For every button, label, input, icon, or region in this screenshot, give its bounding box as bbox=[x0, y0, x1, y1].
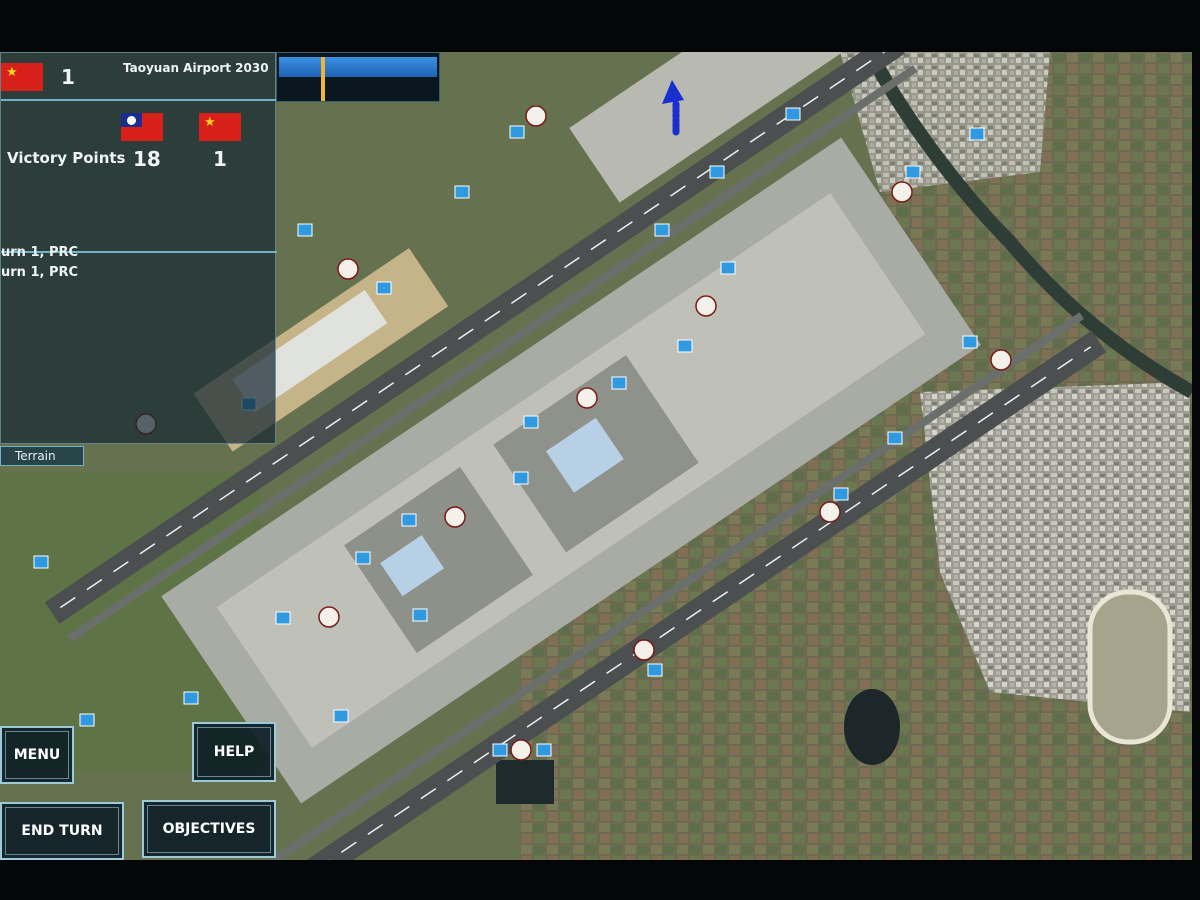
unit-counter-icon[interactable] bbox=[412, 608, 428, 622]
roc-victory-points: 18 bbox=[133, 147, 161, 171]
objective-icon[interactable] bbox=[695, 295, 717, 317]
unit-counter-icon[interactable] bbox=[454, 185, 470, 199]
pond-2 bbox=[496, 760, 554, 804]
unit-counter-icon[interactable] bbox=[709, 165, 725, 179]
objective-icon[interactable] bbox=[990, 349, 1012, 371]
pond-1 bbox=[844, 689, 900, 765]
unit-counter-icon[interactable] bbox=[647, 663, 663, 677]
objective-icon[interactable] bbox=[444, 506, 466, 528]
objective-icon[interactable] bbox=[633, 639, 655, 661]
unit-counter-icon[interactable] bbox=[513, 471, 529, 485]
objective-icon[interactable] bbox=[525, 105, 547, 127]
objectives-button[interactable]: OBJECTIVES bbox=[142, 800, 276, 858]
victory-points-row: ★ Victory Points 18 1 bbox=[1, 103, 277, 253]
prc-victory-points: 1 bbox=[213, 147, 227, 171]
victory-points-label: Victory Points bbox=[7, 149, 126, 167]
unit-counter-icon[interactable] bbox=[611, 376, 627, 390]
unit-counter-icon[interactable] bbox=[79, 713, 95, 727]
score-panel: ★ 1 Taoyuan Airport 2030 ★ Victory Point… bbox=[0, 52, 277, 444]
unit-counter-icon[interactable] bbox=[677, 339, 693, 353]
unit-counter-icon[interactable] bbox=[183, 691, 199, 705]
prc-score: 1 bbox=[61, 65, 75, 89]
unit-counter-icon[interactable] bbox=[654, 223, 670, 237]
end-turn-button[interactable]: END TURN bbox=[0, 802, 124, 860]
unit-counter-icon[interactable] bbox=[355, 551, 371, 565]
prc-flag-icon: ★ bbox=[199, 113, 241, 141]
unit-counter-icon[interactable] bbox=[297, 223, 313, 237]
unit-counter-icon[interactable] bbox=[333, 709, 349, 723]
objective-icon[interactable] bbox=[318, 606, 340, 628]
unit-counter-icon[interactable] bbox=[523, 415, 539, 429]
unit-counter-icon[interactable] bbox=[833, 487, 849, 501]
timeline-fill bbox=[279, 57, 437, 77]
scenario-title: Taoyuan Airport 2030 bbox=[123, 61, 269, 75]
stadium-track bbox=[1087, 589, 1173, 745]
unit-counter-icon[interactable] bbox=[275, 611, 291, 625]
header-row: ★ 1 Taoyuan Airport 2030 bbox=[1, 53, 277, 101]
roc-flag-icon bbox=[121, 113, 163, 141]
turn-timeline[interactable] bbox=[276, 52, 440, 102]
unit-counter-icon[interactable] bbox=[492, 743, 508, 757]
unit-counter-icon[interactable] bbox=[962, 335, 978, 349]
log-line-1: urn 1, PRC bbox=[1, 245, 79, 260]
unit-counter-icon[interactable] bbox=[33, 555, 49, 569]
unit-counter-icon[interactable] bbox=[401, 513, 417, 527]
objective-icon[interactable] bbox=[891, 181, 913, 203]
unit-counter-icon[interactable] bbox=[720, 261, 736, 275]
unit-counter-icon[interactable] bbox=[785, 107, 801, 121]
objective-icon[interactable] bbox=[576, 387, 598, 409]
unit-counter-icon[interactable] bbox=[509, 125, 525, 139]
timeline-marker[interactable] bbox=[321, 57, 325, 101]
help-button[interactable]: HELP bbox=[192, 722, 276, 782]
menu-button[interactable]: MENU bbox=[0, 726, 74, 784]
objective-icon[interactable] bbox=[819, 501, 841, 523]
unit-counter-icon[interactable] bbox=[905, 165, 921, 179]
unit-counter-icon[interactable] bbox=[536, 743, 552, 757]
objective-icon[interactable] bbox=[337, 258, 359, 280]
log-line-2: urn 1, PRC bbox=[1, 265, 79, 280]
top-bezel bbox=[0, 0, 1200, 52]
terrain-tab[interactable]: Terrain bbox=[0, 446, 84, 466]
prc-flag-icon: ★ bbox=[1, 63, 43, 91]
unit-counter-icon[interactable] bbox=[969, 127, 985, 141]
bottom-bezel bbox=[0, 860, 1200, 900]
objective-icon[interactable] bbox=[510, 739, 532, 761]
right-bezel bbox=[1192, 0, 1200, 900]
unit-counter-icon[interactable] bbox=[887, 431, 903, 445]
unit-counter-icon[interactable] bbox=[376, 281, 392, 295]
